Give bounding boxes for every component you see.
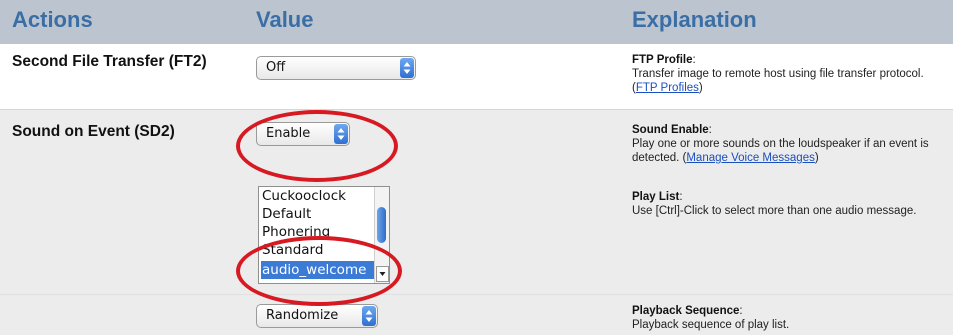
- manage-voice-messages-link[interactable]: Manage Voice Messages: [686, 152, 815, 164]
- table-header: Actions Value Explanation: [0, 0, 953, 44]
- sequence-explain-title: Playback Sequence: [632, 305, 740, 317]
- scroll-down-arrow-icon[interactable]: [376, 266, 389, 282]
- table-row-ft2: Second File Transfer (FT2) Off FTP Profi…: [0, 44, 953, 110]
- list-item[interactable]: Default: [261, 205, 372, 223]
- sound-enable-value: Enable: [266, 126, 311, 141]
- select-arrows-icon: [334, 124, 348, 144]
- playlist-listbox[interactable]: Cuckooclock Default Phonering Standard a…: [258, 186, 390, 284]
- list-item[interactable]: Phonering: [261, 223, 372, 241]
- header-actions: Actions: [12, 7, 93, 32]
- ft2-explain-title: FTP Profile: [632, 54, 693, 66]
- header-value: Value: [256, 7, 314, 32]
- sd2-explain-sep: :: [708, 124, 712, 136]
- playback-sequence-value: Randomize: [266, 308, 339, 323]
- playlist-explain-text: Use [Ctrl]-Click to select more than one…: [632, 205, 917, 217]
- table-row-sd2: Sound on Event (SD2) Enable Sound Enable…: [0, 110, 953, 294]
- table-row-sequence: Randomize Playback Sequence: Playback se…: [0, 294, 953, 335]
- ft2-explain-sep: :: [692, 54, 696, 66]
- sequence-explanation: Playback Sequence: Playback sequence of …: [632, 304, 942, 332]
- playback-sequence-select[interactable]: Randomize: [256, 304, 378, 328]
- list-item[interactable]: Standard: [261, 241, 372, 259]
- header-explanation: Explanation: [632, 7, 757, 32]
- select-arrows-icon: [362, 306, 376, 326]
- action-label-sd2: Sound on Event (SD2): [12, 123, 175, 140]
- playlist-explain-sep: :: [679, 191, 683, 203]
- sound-enable-select[interactable]: Enable: [256, 122, 350, 146]
- ft2-select[interactable]: Off: [256, 56, 416, 80]
- ft2-explain-close: ): [698, 82, 703, 94]
- sd2-explain-close: ): [814, 152, 819, 164]
- ft2-explanation: FTP Profile: Transfer image to remote ho…: [632, 53, 942, 95]
- sd2-explain-title: Sound Enable: [632, 124, 709, 136]
- scrollbar-thumb[interactable]: [377, 207, 386, 243]
- action-label-ft2: Second File Transfer (FT2): [12, 53, 207, 70]
- list-item[interactable]: Cuckooclock: [261, 187, 372, 205]
- select-arrows-icon: [400, 58, 414, 78]
- playlist-explain-title: Play List: [632, 191, 680, 203]
- sd2-explanation: Sound Enable: Play one or more sounds on…: [632, 123, 942, 165]
- playlist-scrollbar[interactable]: [374, 187, 389, 283]
- sequence-explain-sep: :: [739, 305, 743, 317]
- ftp-profiles-link[interactable]: FTP Profiles: [636, 82, 699, 94]
- playlist-explanation: Play List: Use [Ctrl]-Click to select mo…: [632, 190, 942, 218]
- ft2-select-value: Off: [266, 60, 286, 75]
- sequence-explain-text: Playback sequence of play list.: [632, 319, 790, 331]
- list-item-selected[interactable]: audio_welcome: [261, 261, 375, 279]
